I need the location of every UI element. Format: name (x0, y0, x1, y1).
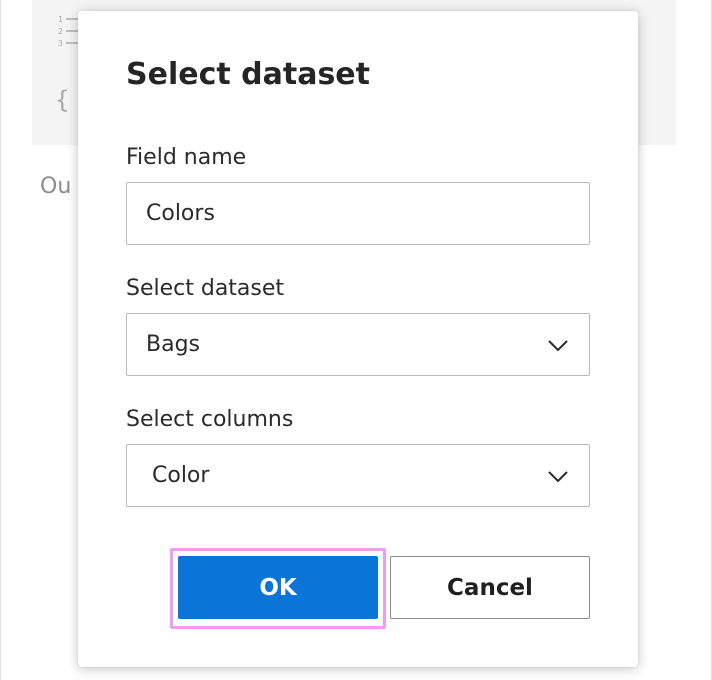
svg-text:3: 3 (58, 39, 63, 48)
numbered-list-icon: 1 2 3 (58, 15, 78, 48)
svg-text:2: 2 (58, 27, 63, 36)
cancel-button[interactable]: Cancel (390, 556, 590, 619)
chevron-down-icon (548, 340, 568, 352)
select-columns-label: Select columns (126, 407, 294, 432)
field-name-input[interactable] (126, 182, 590, 245)
columns-select[interactable]: Color (126, 444, 590, 507)
select-dataset-label: Select dataset (126, 276, 285, 301)
select-dataset-dialog: Select dataset Field name Select dataset… (78, 11, 638, 667)
output-label: Ou (40, 174, 72, 199)
page: 1 2 3 { } Ou Select dataset Field name S… (0, 0, 712, 680)
chevron-down-icon (548, 471, 568, 483)
ok-button[interactable]: OK (178, 556, 378, 619)
dataset-select[interactable]: Bags (126, 313, 590, 376)
svg-text:1: 1 (58, 15, 63, 24)
field-name-label: Field name (126, 145, 247, 170)
dialog-title: Select dataset (126, 57, 370, 92)
dataset-select-value: Bags (146, 331, 201, 357)
columns-select-value: Color (152, 462, 210, 488)
